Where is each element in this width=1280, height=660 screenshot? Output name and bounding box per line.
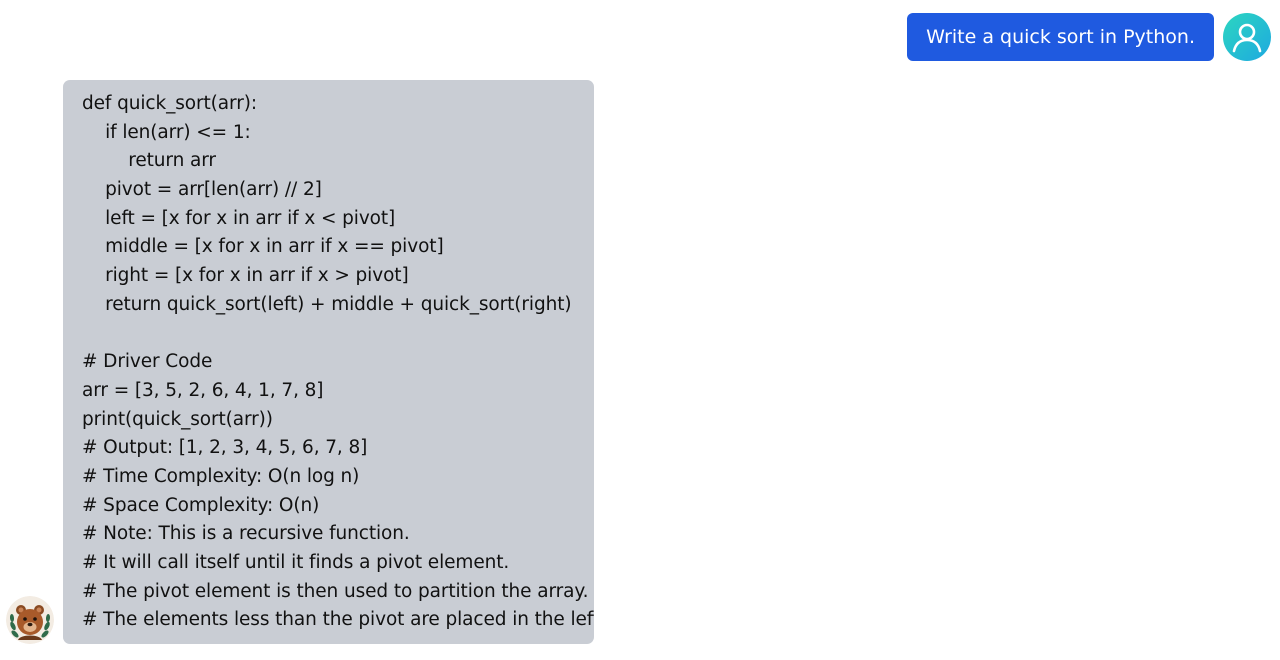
code-line: # Driver Code bbox=[82, 351, 213, 373]
code-line: # Note: This is a recursive function. bbox=[82, 523, 410, 545]
bear-avatar-icon bbox=[6, 596, 54, 644]
code-line: pivot = arr[len(arr) // 2] bbox=[82, 179, 322, 201]
code-line: if len(arr) <= 1: bbox=[82, 121, 251, 143]
code-line: # Output: [1, 2, 3, 4, 5, 6, 7, 8] bbox=[82, 437, 368, 459]
code-line: # The pivot element is then used to part… bbox=[82, 580, 589, 602]
code-line: # Time Complexity: O(n log n) bbox=[82, 465, 360, 487]
user-message-bubble: Write a quick sort in Python. bbox=[907, 13, 1214, 61]
code-line: middle = [x for x in arr if x == pivot] bbox=[82, 236, 444, 258]
code-line: def quick_sort(arr): bbox=[82, 93, 257, 114]
code-line: return quick_sort(left) + middle + quick… bbox=[82, 293, 572, 315]
code-line: return arr bbox=[82, 150, 216, 172]
chat-thread: Write a quick sort in Python. def quick_… bbox=[0, 0, 1280, 660]
user-icon bbox=[1232, 23, 1262, 53]
code-line: right = [x for x in arr if x > pivot] bbox=[82, 265, 409, 287]
user-avatar bbox=[1223, 13, 1271, 61]
code-line: print(quick_sort(arr)) bbox=[82, 408, 273, 430]
user-message-text: Write a quick sort in Python. bbox=[926, 26, 1195, 48]
code-line: left = [x for x in arr if x < pivot] bbox=[82, 207, 396, 229]
assistant-avatar bbox=[6, 596, 54, 644]
code-line: # Space Complexity: O(n) bbox=[82, 494, 320, 516]
code-line: # It will call itself until it finds a p… bbox=[82, 552, 510, 573]
assistant-message-bubble: def quick_sort(arr): if len(arr) <= 1: r… bbox=[63, 80, 594, 644]
code-line: arr = [3, 5, 2, 6, 4, 1, 7, 8] bbox=[82, 379, 324, 401]
code-line: # The elements less than the pivot are p… bbox=[82, 609, 594, 631]
